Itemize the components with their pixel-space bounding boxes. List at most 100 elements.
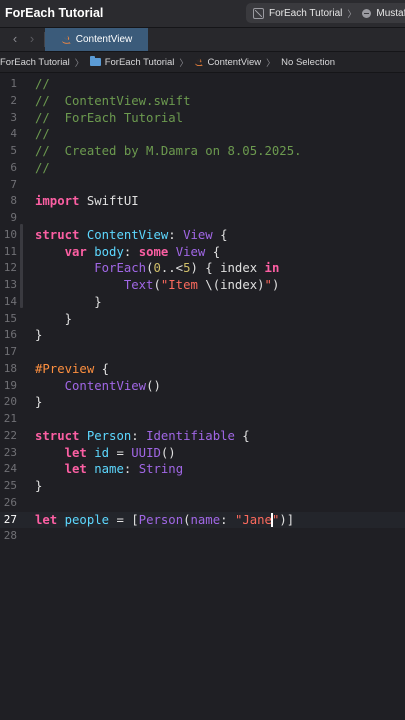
line-number: 28 bbox=[3, 529, 17, 543]
code-text: // bbox=[35, 160, 50, 177]
code-token: = [ bbox=[109, 512, 139, 527]
code-line[interactable]: 12 ForEach(0..<5) { index in bbox=[0, 260, 405, 277]
code-line[interactable]: 3 // ForEach Tutorial bbox=[0, 110, 405, 127]
code-line[interactable]: 11 var body: some View { bbox=[0, 244, 405, 261]
breadcrumb-group[interactable]: ForEach Tutorial bbox=[89, 56, 174, 68]
code-text: } bbox=[35, 327, 42, 344]
line-number: 9 bbox=[10, 211, 17, 224]
code-text: #Preview { bbox=[35, 361, 109, 378]
swift-file-icon bbox=[61, 35, 71, 44]
code-text: ContentView() bbox=[35, 378, 161, 395]
line-number: 16 bbox=[3, 328, 17, 342]
code-token: ContentView bbox=[86, 227, 169, 242]
code-token: " bbox=[264, 278, 272, 292]
code-token: ..< bbox=[160, 261, 184, 276]
code-token: // bbox=[35, 127, 50, 142]
line-number: 17 bbox=[3, 345, 17, 358]
code-line[interactable]: 24 let name: String bbox=[0, 461, 405, 478]
jump-bar: ForEach Tutorial 〉 ForEach Tutorial 〉 Co… bbox=[0, 52, 405, 73]
code-line[interactable]: 18 #Preview { bbox=[0, 361, 405, 378]
code-token: String bbox=[138, 462, 184, 477]
chevron-left-icon[interactable]: ‹ bbox=[8, 32, 22, 46]
code-line[interactable]: 19 ContentView() bbox=[0, 378, 405, 395]
code-token: UUID bbox=[131, 445, 161, 460]
window-toolbar: ForEach Tutorial ForEach Tutorial 〉 Must… bbox=[0, 0, 405, 28]
code-token: } bbox=[35, 328, 43, 343]
line-number: 21 bbox=[3, 412, 17, 425]
code-line[interactable]: 23 let id = UUID() bbox=[0, 445, 405, 462]
code-token: \(index) bbox=[205, 278, 265, 292]
code-line[interactable]: 16} bbox=[0, 327, 405, 344]
code-line[interactable]: 5 // Created by M.Damra on 8.05.2025. bbox=[0, 143, 405, 160]
code-line[interactable]: 8 import SwiftUI bbox=[0, 193, 405, 210]
code-token: View bbox=[183, 227, 213, 242]
code-token: "Item bbox=[160, 278, 206, 292]
code-line[interactable]: 1 // bbox=[0, 76, 405, 93]
breadcrumb-project[interactable]: ForEach Tutorial bbox=[0, 57, 70, 68]
line-number: 1 bbox=[10, 77, 17, 90]
line-number: 4 bbox=[10, 127, 17, 141]
code-token: } bbox=[35, 294, 102, 309]
line-number: 19 bbox=[3, 378, 17, 392]
breadcrumb-file[interactable]: ContentView bbox=[194, 57, 261, 68]
line-number: 10 bbox=[3, 227, 17, 241]
code-token: Identifiable bbox=[146, 428, 235, 443]
scheme-selector[interactable]: ForEach Tutorial 〉 Mustafa bbox=[246, 3, 405, 23]
line-number: 8 bbox=[10, 194, 17, 208]
code-line[interactable]: 15 } bbox=[0, 311, 405, 328]
line-number: 2 bbox=[10, 93, 17, 107]
code-token: struct bbox=[35, 428, 80, 443]
code-token: // ContentView.swift bbox=[35, 93, 191, 108]
code-text: // ForEach Tutorial bbox=[35, 110, 183, 127]
code-line[interactable]: 20} bbox=[0, 394, 405, 411]
line-number: 26 bbox=[3, 495, 17, 509]
code-line[interactable]: 7 bbox=[0, 177, 405, 194]
editor-tab-bar: ‹ › ContentView bbox=[0, 28, 405, 52]
code-line[interactable]: 22 struct Person: Identifiable { bbox=[0, 428, 405, 445]
code-line[interactable]: 17 bbox=[0, 344, 405, 361]
line-number: 25 bbox=[3, 479, 17, 492]
code-token: ContentView bbox=[64, 378, 147, 393]
code-text: } bbox=[35, 478, 42, 495]
chevron-right-icon: 〉 bbox=[266, 57, 276, 68]
folder-icon bbox=[89, 56, 101, 66]
code-line[interactable]: 28 bbox=[0, 528, 405, 545]
code-text: struct Person: Identifiable { bbox=[35, 428, 250, 445]
code-token: let bbox=[64, 445, 87, 460]
code-token: : bbox=[123, 462, 139, 477]
chevron-right-icon[interactable]: › bbox=[25, 32, 39, 46]
code-text: // Created by M.Damra on 8.05.2025. bbox=[35, 143, 302, 160]
code-line[interactable]: 26 bbox=[0, 495, 405, 512]
code-line[interactable]: 14 } bbox=[0, 294, 405, 311]
code-line[interactable]: 6 // bbox=[0, 160, 405, 177]
code-text: } bbox=[35, 311, 72, 328]
code-line[interactable]: 9 bbox=[0, 210, 405, 227]
code-token: ( bbox=[183, 512, 191, 527]
swift-file-icon bbox=[195, 58, 203, 66]
code-line[interactable]: 4 // bbox=[0, 126, 405, 143]
window-title: ForEach Tutorial bbox=[5, 6, 104, 20]
code-editor[interactable]: 1 // 2 // ContentView.swift 3 // ForEach Tuto… bbox=[0, 73, 405, 720]
code-line[interactable]: 27 let people = [Person(name: "Jane")] bbox=[0, 511, 405, 529]
breadcrumb-selection[interactable]: No Selection bbox=[281, 57, 335, 68]
line-number: 12 bbox=[3, 261, 17, 275]
line-number: 27 bbox=[3, 512, 17, 526]
code-line[interactable]: 25} bbox=[0, 478, 405, 495]
code-line[interactable]: 21 bbox=[0, 411, 405, 428]
code-token: : bbox=[123, 244, 139, 259]
line-number: 5 bbox=[10, 144, 17, 157]
code-token: { bbox=[205, 244, 221, 259]
tab-contentview[interactable]: ContentView bbox=[45, 28, 148, 51]
line-number: 23 bbox=[3, 445, 17, 459]
code-line[interactable]: 10 struct ContentView: View { bbox=[0, 227, 405, 244]
chevron-right-icon: 〉 bbox=[179, 57, 189, 68]
code-token: #Preview bbox=[35, 361, 95, 376]
code-token: "Jane bbox=[234, 512, 272, 527]
code-line[interactable]: 2 // ContentView.swift bbox=[0, 93, 405, 110]
code-line[interactable]: 13 Text("Item \(index)") bbox=[0, 277, 405, 294]
